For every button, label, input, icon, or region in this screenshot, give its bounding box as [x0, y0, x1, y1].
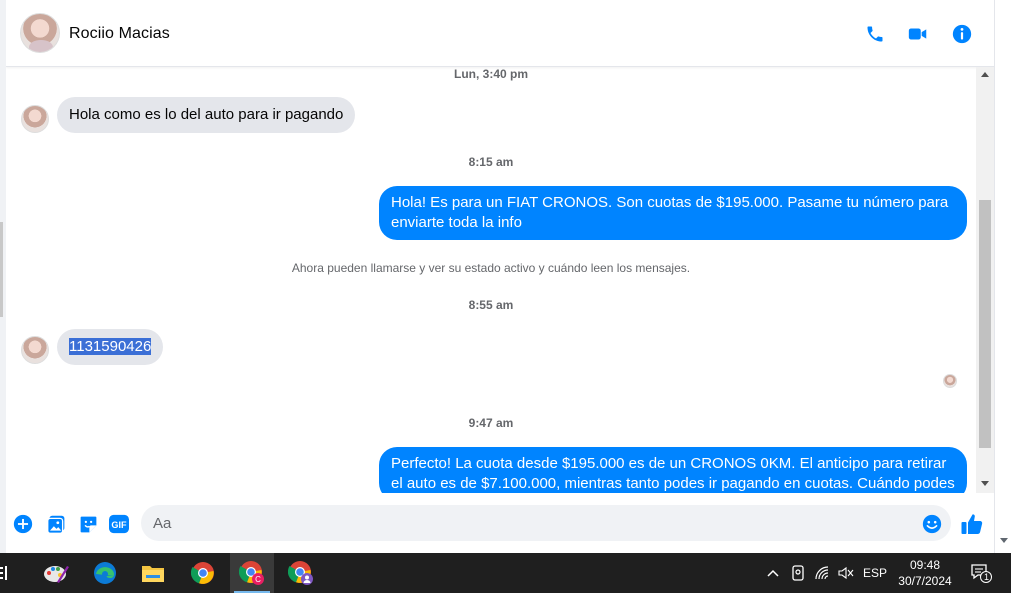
language-indicator[interactable]: ESP [860, 553, 890, 593]
timestamp: 9:47 am [468, 416, 514, 430]
contact-avatar[interactable] [20, 13, 60, 53]
thumbs-up-icon[interactable] [959, 511, 985, 537]
read-receipt-avatar [943, 374, 957, 388]
outgoing-message[interactable]: Perfecto! La cuota desde $195.000 es de … [379, 447, 967, 493]
timestamp: 8:15 am [468, 155, 514, 169]
system-clock[interactable]: 09:48 30/7/2024 [890, 557, 960, 589]
message-list[interactable]: Lun, 3:40 pm Hola como es lo del auto pa… [6, 67, 976, 493]
file-explorer-icon[interactable] [131, 553, 175, 593]
message-composer: GIF [6, 493, 994, 553]
timestamp: Lun, 3:40 pm [453, 67, 528, 81]
svg-text:C: C [255, 575, 261, 584]
edge-browser-icon[interactable] [83, 553, 127, 593]
info-icon[interactable] [950, 22, 974, 46]
notification-center-icon[interactable]: 1 [966, 553, 996, 593]
phone-icon[interactable] [863, 22, 887, 46]
sender-avatar[interactable] [21, 105, 49, 133]
clock-time: 09:48 [909, 558, 941, 572]
scroll-up-arrow-icon[interactable] [981, 72, 989, 77]
camera-tray-icon[interactable] [787, 553, 809, 593]
selected-phone-number[interactable]: 1131590426 [69, 338, 152, 355]
scroll-down-indicator-icon[interactable] [1000, 538, 1008, 543]
contact-name[interactable]: Rociio Macias [69, 25, 170, 43]
chrome-profile-icon[interactable] [279, 553, 323, 593]
speaker-muted-icon[interactable] [835, 553, 857, 593]
clock-date: 30/7/2024 [898, 574, 952, 588]
chrome-profile-c-icon[interactable]: C [230, 553, 274, 593]
incoming-message[interactable]: Hola como es lo del auto para ir pagando [57, 97, 356, 133]
message-scrollbar[interactable] [976, 67, 994, 493]
notification-count: 1 [984, 572, 990, 582]
timestamp: 8:55 am [468, 298, 514, 312]
outgoing-message[interactable]: Hola! Es para un FIAT CRONOS. Son cuotas… [379, 186, 967, 240]
emoji-icon[interactable] [921, 513, 943, 535]
scroll-thumb[interactable] [979, 200, 991, 448]
window-right-edge [994, 0, 1011, 553]
incoming-message[interactable]: 1131590426 [57, 329, 164, 365]
sticker-icon[interactable] [77, 513, 99, 535]
gif-label: GIF [111, 520, 127, 530]
windows-taskbar: C ESP 09:48 30/7/2024 1 [0, 553, 1011, 593]
chrome-icon[interactable] [181, 553, 225, 593]
message-input[interactable] [141, 505, 951, 541]
add-icon[interactable] [12, 513, 34, 535]
messenger-chat-window: Rociio Macias Lun, 3:40 pm Hola como es … [6, 0, 994, 553]
image-icon[interactable] [45, 513, 67, 535]
paint-app-icon[interactable] [34, 553, 78, 593]
chat-header: Rociio Macias [6, 0, 994, 67]
gif-icon[interactable]: GIF [108, 513, 130, 535]
video-camera-icon[interactable] [906, 22, 930, 46]
chevron-up-icon[interactable] [762, 553, 784, 593]
wifi-icon[interactable] [812, 553, 834, 593]
sender-avatar[interactable] [21, 336, 49, 364]
task-view-icon[interactable] [0, 553, 14, 593]
privacy-notice: Ahora pueden llamarse y ver su estado ac… [291, 261, 691, 275]
edge-mark [0, 222, 3, 317]
scroll-down-arrow-icon[interactable] [981, 481, 989, 486]
